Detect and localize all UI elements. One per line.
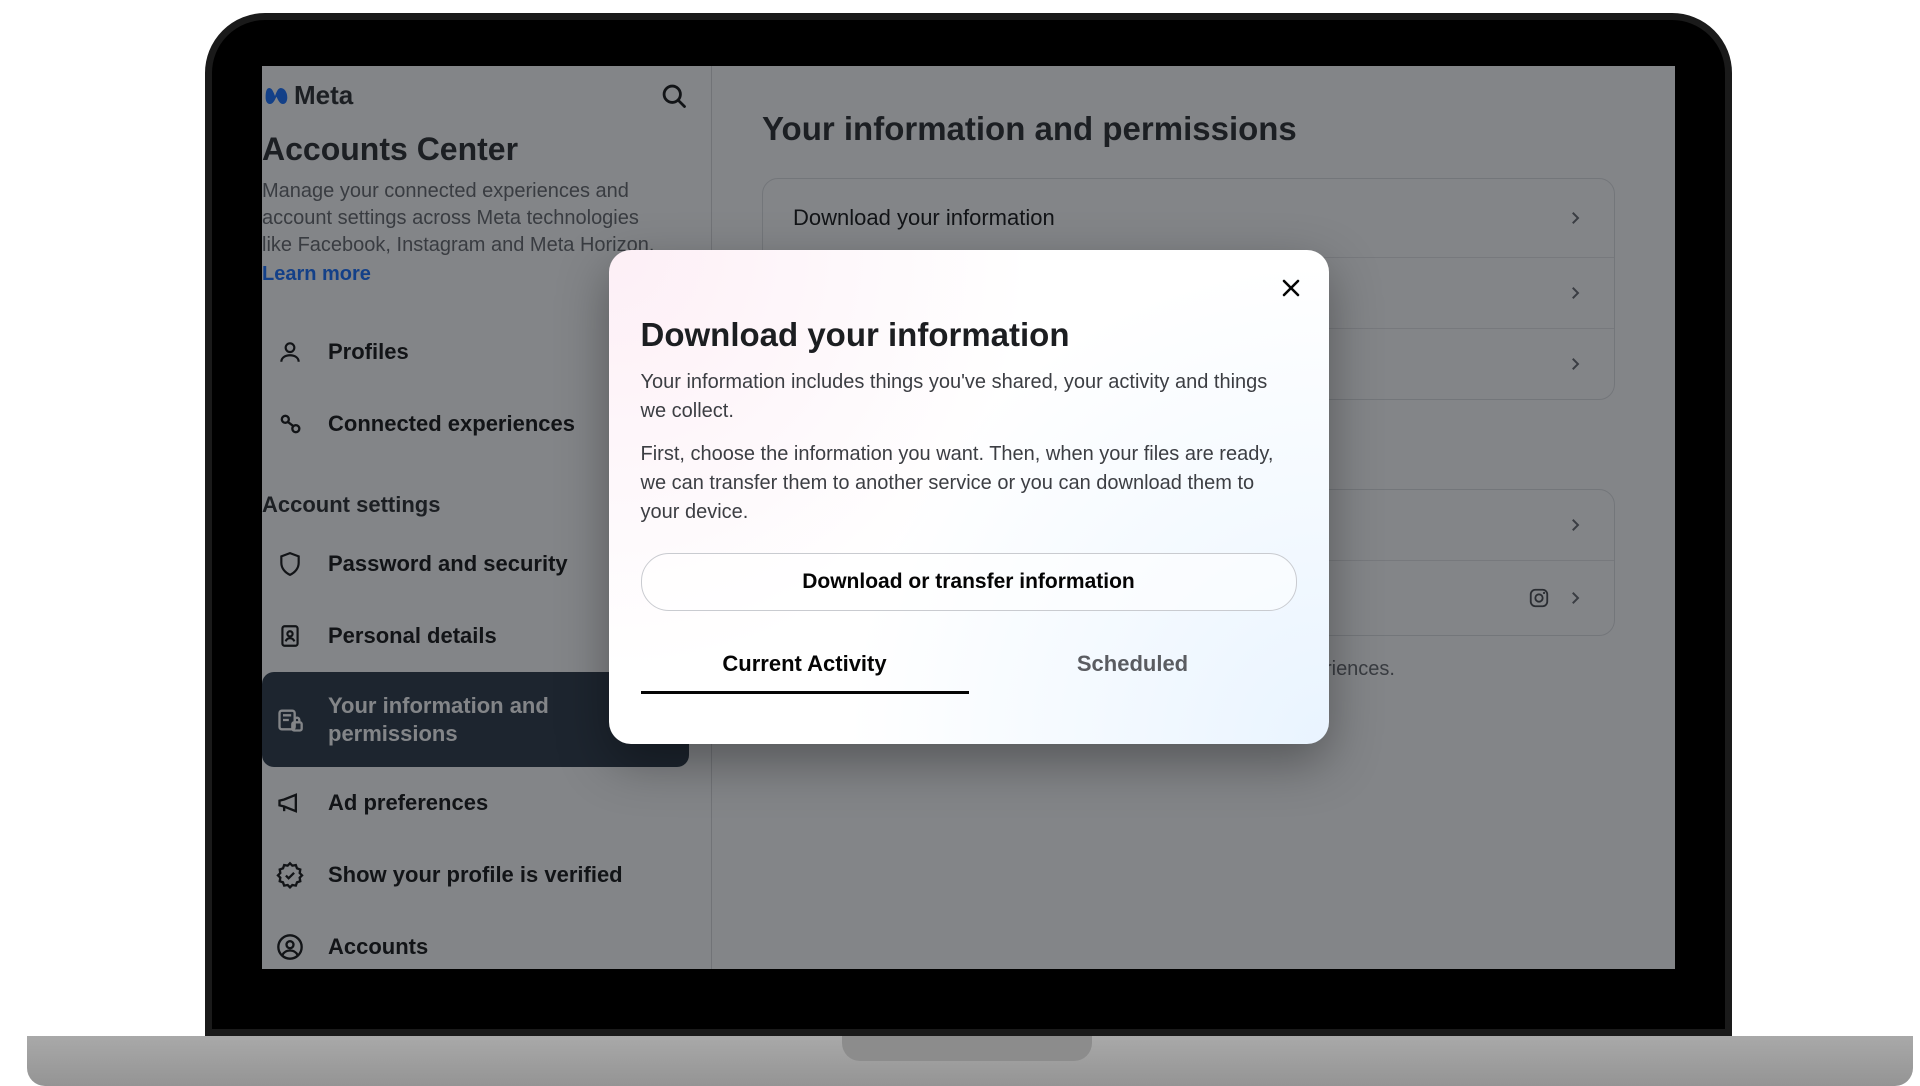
laptop-notch bbox=[842, 1036, 1092, 1061]
modal-paragraph-1: Your information includes things you've … bbox=[641, 368, 1297, 426]
sidebar-item-label: Profiles bbox=[328, 338, 409, 366]
instagram-icon bbox=[1528, 587, 1550, 609]
sidebar-item-label: Accounts bbox=[328, 933, 428, 961]
sidebar-item-label: Show your profile is verified bbox=[328, 861, 623, 889]
profile-icon bbox=[274, 336, 306, 368]
connected-icon bbox=[274, 408, 306, 440]
sidebar-item-label: Personal details bbox=[328, 622, 497, 650]
meta-mark-icon bbox=[262, 83, 288, 109]
chevron-right-icon bbox=[1566, 355, 1584, 373]
chevron-right-icon bbox=[1566, 516, 1584, 534]
tab-current-activity[interactable]: Current Activity bbox=[641, 637, 969, 694]
chevron-right-icon bbox=[1566, 284, 1584, 302]
modal-title: Download your information bbox=[641, 316, 1297, 354]
chevron-right-icon bbox=[1566, 589, 1584, 607]
id-card-icon bbox=[274, 620, 306, 652]
brand-name: Meta bbox=[294, 80, 353, 111]
download-or-transfer-button[interactable]: Download or transfer information bbox=[641, 553, 1297, 611]
modal-tabs: Current Activity Scheduled bbox=[641, 637, 1297, 694]
sidebar-title: Accounts Center bbox=[262, 131, 689, 168]
download-info-modal: Download your information Your informati… bbox=[609, 250, 1329, 744]
row-download-info[interactable]: Download your information bbox=[763, 179, 1614, 257]
accounts-center-app: Meta Accounts Center Manage your connect… bbox=[262, 66, 1675, 969]
chevron-right-icon bbox=[1566, 209, 1584, 227]
page-title: Your information and permissions bbox=[762, 110, 1615, 148]
sidebar-item-label: Password and security bbox=[328, 550, 568, 578]
sidebar-item-label: Ad preferences bbox=[328, 789, 488, 817]
sidebar-item-ad-preferences[interactable]: Ad preferences bbox=[262, 767, 689, 839]
laptop-screen: Meta Accounts Center Manage your connect… bbox=[262, 66, 1675, 969]
sidebar-item-accounts[interactable]: Accounts bbox=[262, 911, 689, 969]
laptop-frame: Meta Accounts Center Manage your connect… bbox=[205, 13, 1732, 1036]
shield-icon bbox=[274, 548, 306, 580]
megaphone-icon bbox=[274, 787, 306, 819]
search-icon[interactable] bbox=[659, 81, 689, 111]
tab-scheduled[interactable]: Scheduled bbox=[969, 637, 1297, 694]
account-circle-icon bbox=[274, 931, 306, 963]
sidebar-description: Manage your connected experiences and ac… bbox=[262, 178, 689, 259]
verified-badge-icon bbox=[274, 859, 306, 891]
sidebar-item-label: Connected experiences bbox=[328, 410, 575, 438]
row-label: Download your information bbox=[793, 205, 1055, 231]
document-lock-icon bbox=[274, 704, 306, 736]
close-icon[interactable] bbox=[1269, 266, 1313, 310]
sidebar-item-verified[interactable]: Show your profile is verified bbox=[262, 839, 689, 911]
meta-logo[interactable]: Meta bbox=[262, 80, 353, 111]
learn-more-link[interactable]: Learn more bbox=[262, 263, 371, 286]
modal-paragraph-2: First, choose the information you want. … bbox=[641, 440, 1297, 527]
